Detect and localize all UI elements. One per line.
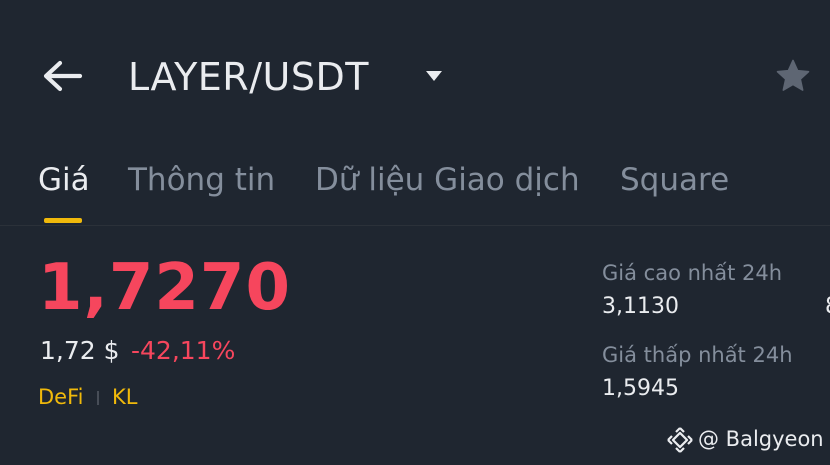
tab-square[interactable]: Square <box>620 160 729 200</box>
caret-down-icon[interactable] <box>424 68 444 82</box>
tab-price[interactable]: Giá <box>38 160 90 200</box>
back-arrow-icon[interactable] <box>40 58 84 94</box>
tag-defi[interactable]: DeFi <box>38 383 83 411</box>
watermark-text: @ Balgyeon <box>698 427 824 451</box>
tag-kl[interactable]: KL <box>112 383 137 411</box>
stat-low-24h-value: 1,5945 <box>602 376 679 401</box>
pair-title[interactable]: LAYER/USDT <box>128 54 369 100</box>
tag-separator <box>97 391 99 405</box>
last-price: 1,7270 <box>38 251 291 325</box>
star-icon[interactable] <box>774 57 812 95</box>
fiat-price: 1,72 $ <box>40 336 120 365</box>
tab-info[interactable]: Thông tin <box>128 160 275 200</box>
clipped-stat-value: 8 <box>825 292 830 322</box>
tabs-divider <box>0 225 830 226</box>
active-tab-indicator <box>44 218 82 223</box>
binance-logo-icon <box>666 426 694 454</box>
tab-trading-data[interactable]: Dữ liệu Giao dịch <box>315 160 580 200</box>
price-change-percent: -42,11% <box>131 336 236 365</box>
stat-low-24h-label: Giá thấp nhất 24h <box>602 343 793 367</box>
stat-high-24h-label: Giá cao nhất 24h <box>602 261 783 285</box>
stat-high-24h-value: 3,1130 <box>602 294 679 319</box>
